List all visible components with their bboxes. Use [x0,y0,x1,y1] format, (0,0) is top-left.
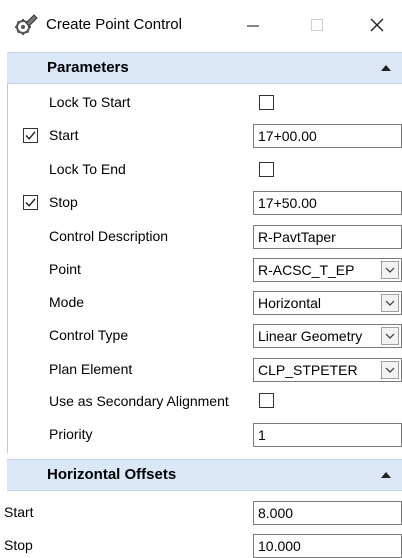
secondary-alignment-label: Use as Secondary Alignment [49,393,229,409]
chevron-down-icon [385,267,395,273]
parameters-section-header[interactable]: Parameters [7,52,402,84]
lock-to-start-checkbox[interactable] [259,95,274,110]
minimize-icon [247,25,259,27]
chevron-down-icon [385,333,395,339]
plan-element-select[interactable]: CLP_STPETER [253,358,402,382]
chevron-down-icon [385,367,395,373]
offset-start-label: Start [4,504,34,520]
mode-select-value: Horizontal [258,295,322,311]
lock-to-end-label: Lock To End [49,161,126,177]
chevron-up-icon[interactable] [379,469,393,481]
mode-dropdown-button[interactable] [381,294,399,312]
maximize-button[interactable] [300,10,334,40]
point-select[interactable]: R-ACSC_T_EP [253,258,402,282]
point-dropdown-button[interactable] [381,261,399,279]
secondary-alignment-checkbox[interactable] [259,393,274,408]
point-label: Point [49,261,81,277]
offset-stop-input[interactable]: 10.000 [253,534,402,558]
priority-label: Priority [49,426,93,442]
start-label: Start [49,127,79,143]
control-description-label: Control Description [49,228,169,244]
maximize-icon [311,19,323,31]
control-description-input[interactable]: R-PavtTaper [253,225,402,249]
parameters-panel-border [7,84,8,453]
minimize-button[interactable] [236,10,270,40]
horizontal-offsets-section-header[interactable]: Horizontal Offsets [7,459,402,491]
offset-stop-label: Stop [4,537,33,553]
horizontal-offsets-title: Horizontal Offsets [47,466,177,483]
point-select-value: R-ACSC_T_EP [258,262,355,278]
stop-label: Stop [49,194,78,210]
gear-pencil-icon [14,14,38,36]
offset-start-input[interactable]: 8.000 [253,501,402,525]
control-type-select-value: Linear Geometry [258,328,363,344]
close-button[interactable] [360,10,394,40]
start-station-input[interactable]: 17+00.00 [253,124,402,148]
chevron-down-icon [385,300,395,306]
control-type-select[interactable]: Linear Geometry [253,324,402,348]
close-icon [370,18,384,32]
control-type-dropdown-button[interactable] [381,327,399,345]
checkmark-icon [25,131,36,140]
stop-checkbox[interactable] [23,195,38,210]
chevron-up-icon[interactable] [379,62,393,74]
plan-element-select-value: CLP_STPETER [258,362,358,378]
start-checkbox[interactable] [23,128,38,143]
mode-select[interactable]: Horizontal [253,291,402,315]
plan-element-dropdown-button[interactable] [381,361,399,379]
parameters-title: Parameters [47,59,129,76]
mode-label: Mode [49,294,85,310]
plan-element-label: Plan Element [49,361,133,377]
lock-to-end-checkbox[interactable] [259,162,274,177]
priority-input[interactable]: 1 [253,423,402,447]
window-title: Create Point Control [46,16,182,33]
title-bar: Create Point Control [0,0,402,50]
control-type-label: Control Type [49,327,129,343]
lock-to-start-label: Lock To Start [49,94,131,110]
checkmark-icon [25,198,36,207]
stop-station-input[interactable]: 17+50.00 [253,191,402,215]
